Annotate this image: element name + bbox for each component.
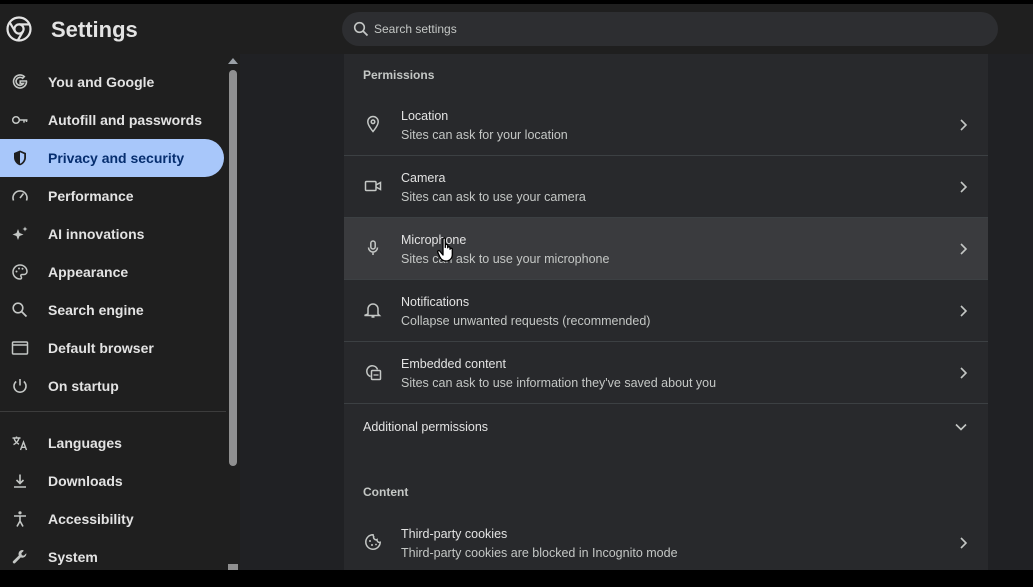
sidebar-item-languages[interactable]: Languages (0, 424, 224, 462)
row-title: Location (401, 109, 449, 123)
sidebar-item-label: System (48, 549, 98, 565)
row-subtitle: Sites can ask to use information they've… (401, 376, 717, 390)
sidebar-item-label: Downloads (48, 473, 123, 489)
accessibility-icon (14, 511, 26, 527)
sidebar-item-label: Performance (48, 188, 134, 204)
sidebar-item-label: You and Google (48, 74, 155, 90)
search-icon (12, 302, 28, 318)
video-camera-icon (364, 180, 382, 192)
row-title: Third-party cookies (401, 527, 508, 541)
google-g-icon (12, 74, 28, 89)
row-title: Camera (401, 171, 446, 185)
browser-window-icon (11, 341, 29, 355)
location-pin-icon (367, 115, 379, 133)
chevron-right-icon (960, 243, 968, 255)
power-icon (13, 379, 27, 393)
sidebar-item-downloads[interactable]: Downloads (0, 462, 224, 500)
search-input[interactable] (374, 12, 974, 46)
wrench-icon (12, 550, 27, 564)
chevron-right-icon (960, 181, 968, 193)
main-content: Permissions Location Sites can ask for y… (240, 54, 1033, 570)
sidebar-item-privacy-and-security[interactable]: Privacy and security (0, 139, 224, 177)
permission-row-notifications[interactable]: Notifications Collapse unwanted requests… (344, 280, 988, 342)
bell-icon (364, 303, 382, 318)
permission-row-camera[interactable]: Camera Sites can ask to use your camera (344, 156, 988, 218)
scroll-up-arrow-icon[interactable] (228, 58, 238, 64)
sidebar-item-label: Privacy and security (48, 150, 185, 166)
section-title-content: Content (363, 485, 409, 499)
content-row-third-party-cookies[interactable]: Third-party cookies Third-party cookies … (344, 512, 988, 570)
sidebar-item-autofill[interactable]: Autofill and passwords (0, 101, 224, 139)
chevron-down-icon (955, 423, 967, 431)
sidebar-item-ai-innovations[interactable]: AI innovations (0, 215, 224, 253)
sidebar-item-you-and-google[interactable]: You and Google (0, 63, 224, 101)
row-title: Notifications (401, 295, 470, 309)
sidebar-item-default-browser[interactable]: Default browser (0, 329, 224, 367)
sidebar-item-label: Appearance (48, 264, 129, 280)
hand-cursor-icon (437, 237, 453, 262)
row-subtitle: Collapse unwanted requests (recommended) (401, 314, 651, 328)
settings-window: Settings You and Google Autofill and pas… (0, 4, 1033, 570)
sidebar-item-performance[interactable]: Performance (0, 177, 224, 215)
chevron-right-icon (960, 305, 968, 317)
row-subtitle: Third-party cookies are blocked in Incog… (401, 546, 678, 560)
sidebar-item-appearance[interactable]: Appearance (0, 253, 224, 291)
row-subtitle: Sites can ask to use your camera (401, 190, 586, 204)
download-icon (14, 474, 26, 488)
sidebar-item-label: Autofill and passwords (48, 112, 203, 128)
sidebar-item-accessibility[interactable]: Accessibility (0, 500, 224, 538)
page-title: Settings (51, 17, 138, 42)
embedded-content-icon (366, 365, 382, 381)
microphone-icon (367, 240, 379, 255)
palette-icon (12, 264, 28, 280)
sidebar-item-label: Accessibility (48, 511, 134, 527)
sidebar-item-label: AI innovations (48, 226, 145, 242)
sidebar-item-label: On startup (48, 378, 119, 394)
shield-icon (14, 150, 26, 166)
permission-row-location[interactable]: Location Sites can ask for your location (344, 94, 988, 156)
sidebar-item-system[interactable]: System (0, 538, 224, 570)
search-bar[interactable] (342, 12, 998, 46)
translate-icon (12, 436, 28, 451)
sparkle-icon (12, 226, 28, 240)
sidebar-item-search-engine[interactable]: Search engine (0, 291, 224, 329)
key-icon (11, 115, 28, 125)
sidebar-divider (0, 411, 226, 412)
speedometer-icon (12, 190, 28, 201)
search-icon (353, 21, 369, 37)
section-title-permissions: Permissions (363, 68, 435, 82)
sidebar-item-label: Languages (48, 435, 122, 451)
permissions-card: Permissions Location Sites can ask for y… (344, 54, 988, 570)
permission-row-embedded-content[interactable]: Embedded content Sites can ask to use in… (344, 342, 988, 404)
additional-permissions-label: Additional permissions (363, 420, 489, 434)
sidebar-scrollbar[interactable] (226, 54, 240, 570)
sidebar-item-label: Search engine (48, 302, 144, 318)
chrome-logo-icon (6, 16, 32, 42)
chevron-right-icon (960, 537, 968, 549)
sidebar: You and Google Autofill and passwords Pr… (0, 54, 226, 570)
scrollbar-thumb[interactable] (229, 70, 237, 466)
chevron-right-icon (960, 367, 968, 379)
sidebar-item-label: Default browser (48, 340, 154, 356)
chevron-right-icon (960, 119, 968, 131)
cookie-icon (365, 534, 381, 550)
additional-permissions-expander[interactable]: Additional permissions (344, 405, 988, 451)
sidebar-item-on-startup[interactable]: On startup (0, 367, 224, 405)
row-subtitle: Sites can ask to use your microphone (401, 252, 610, 266)
row-title: Embedded content (401, 357, 506, 371)
bottom-edge (0, 570, 1033, 587)
row-subtitle: Sites can ask for your location (401, 128, 568, 142)
top-bar: Settings (0, 4, 1033, 54)
